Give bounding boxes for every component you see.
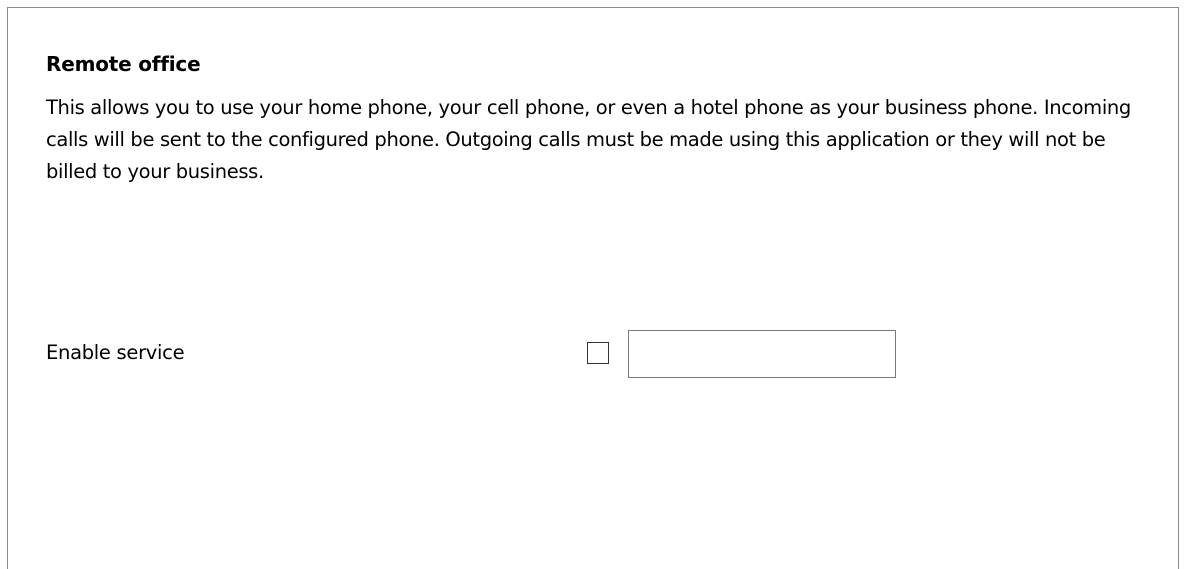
section-title: Remote office xyxy=(46,52,201,76)
enable-service-label: Enable service xyxy=(46,341,185,364)
enable-service-checkbox[interactable] xyxy=(587,342,609,364)
section-description: This allows you to use your home phone, … xyxy=(46,96,1131,183)
remote-phone-number-input[interactable] xyxy=(628,330,896,378)
